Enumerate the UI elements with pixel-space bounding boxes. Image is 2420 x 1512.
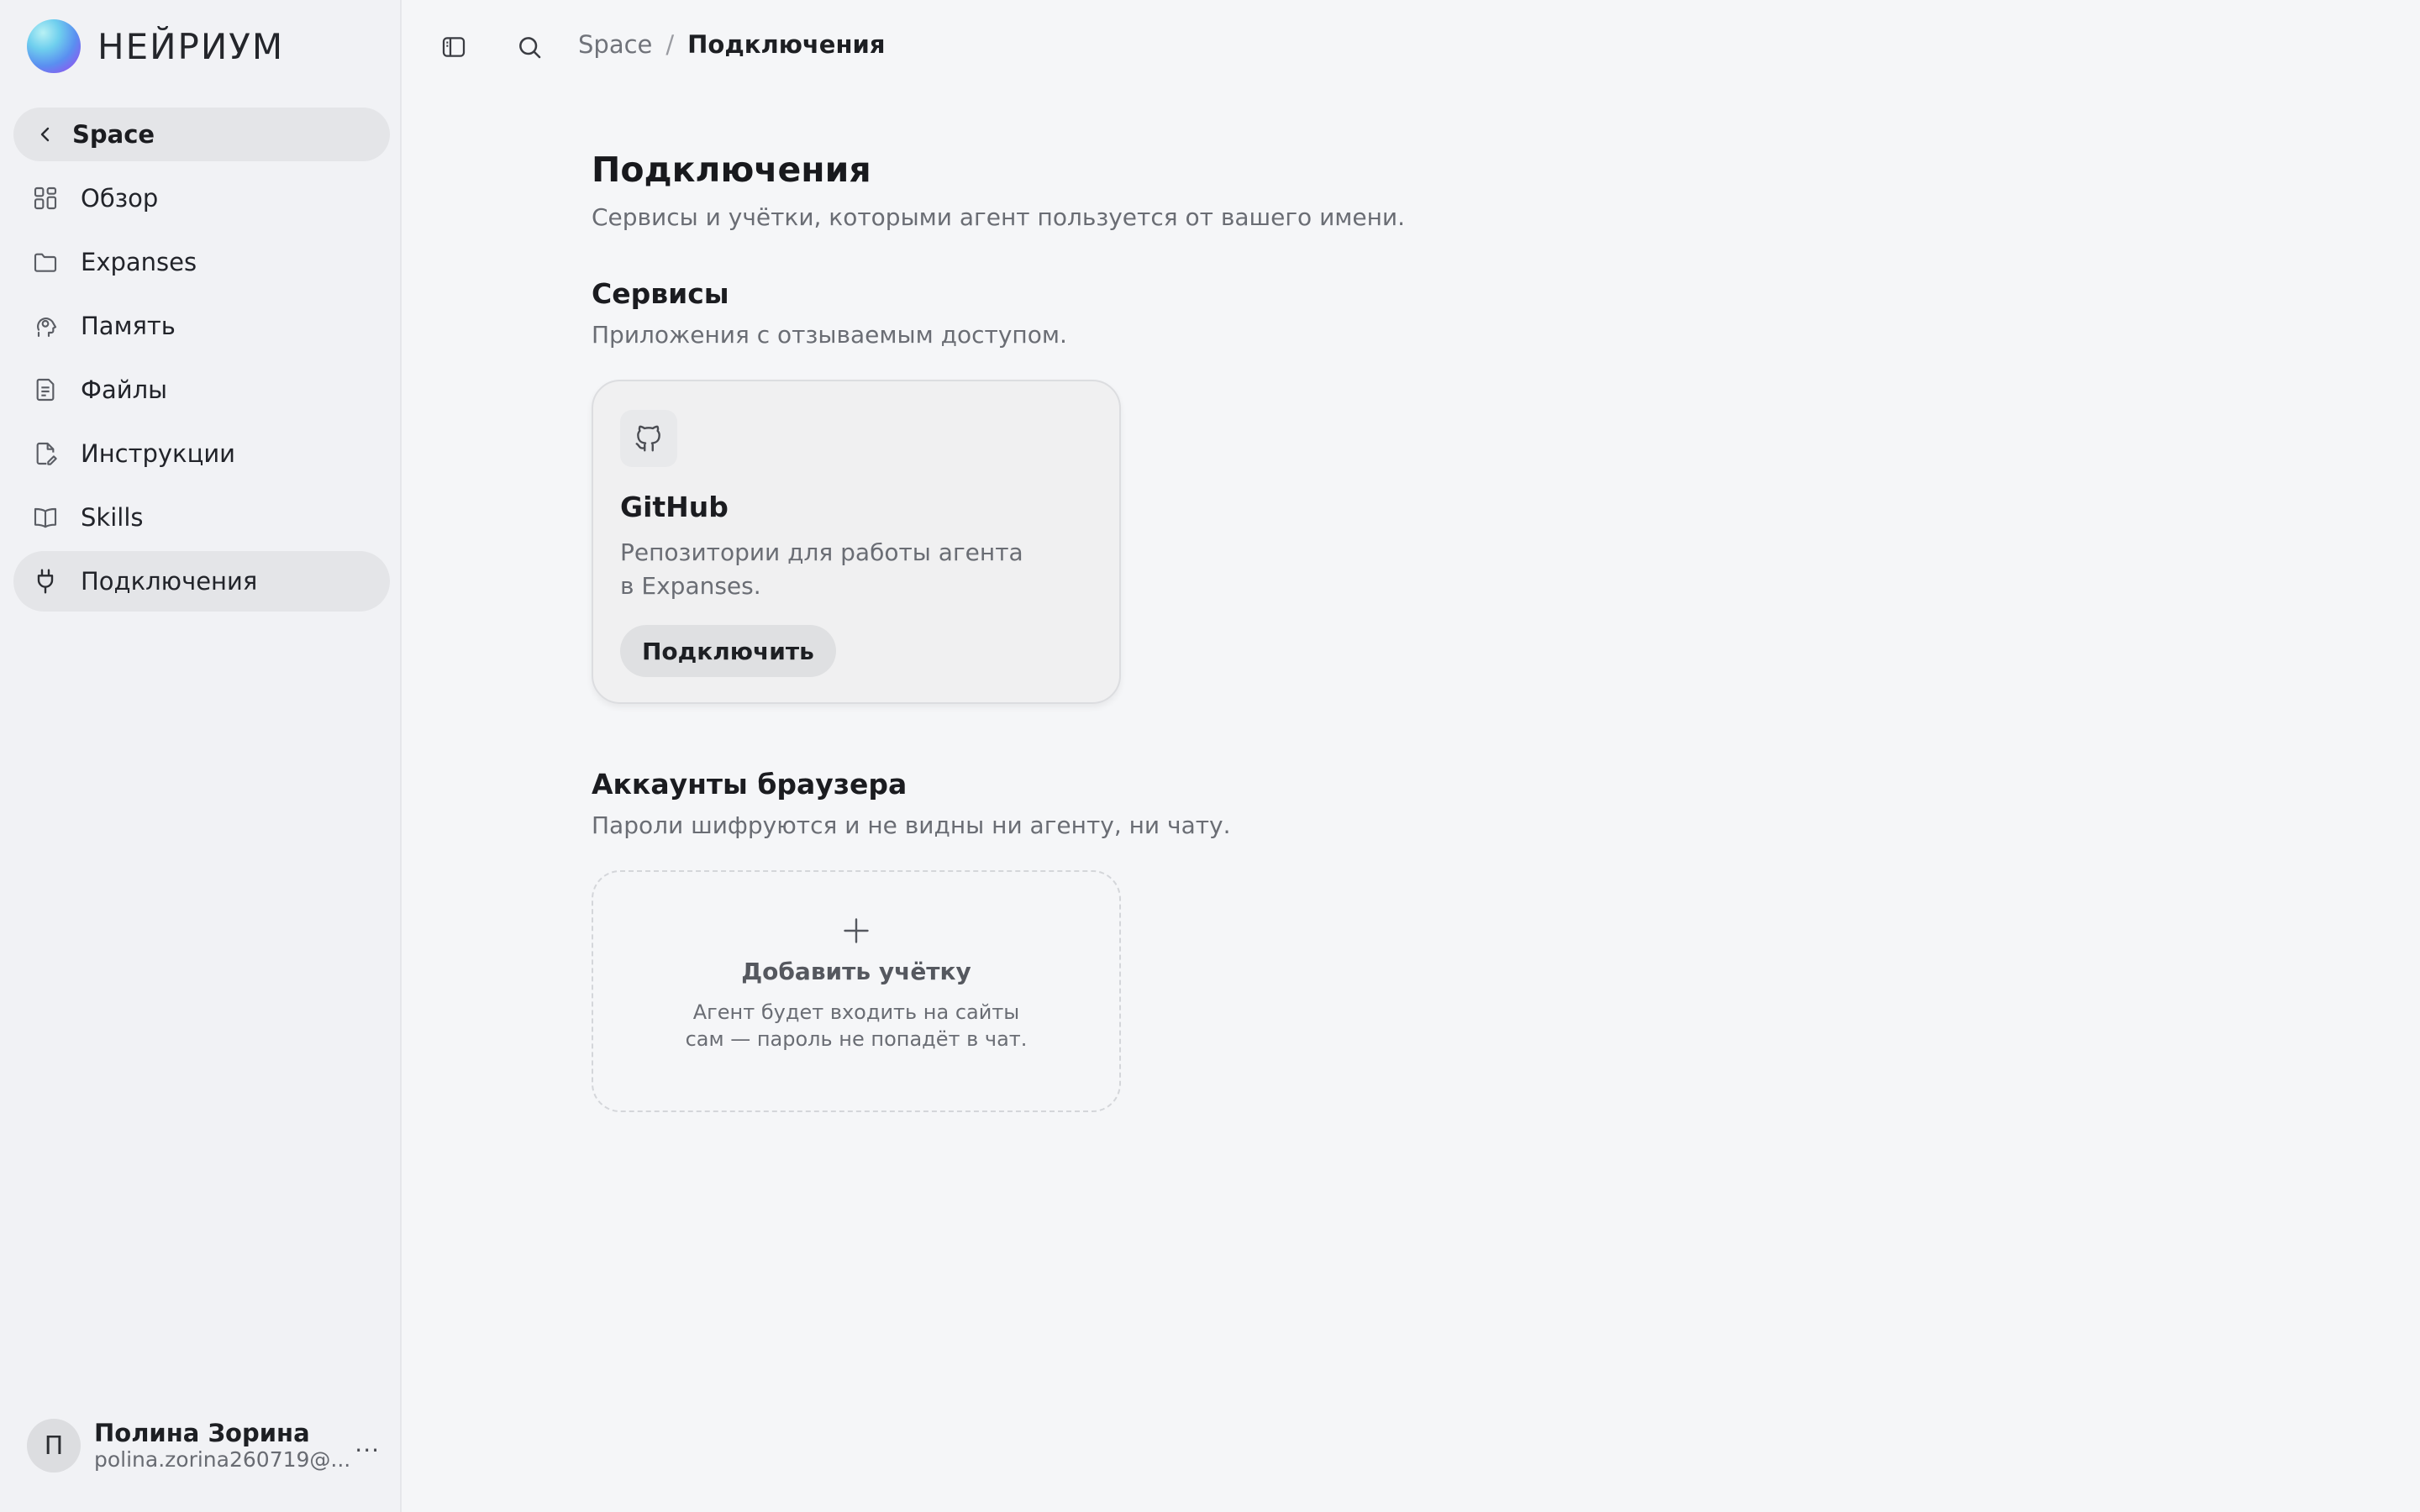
services-title: Сервисы bbox=[592, 277, 729, 310]
edit-file-icon bbox=[30, 438, 60, 469]
sidebar-toggle-icon[interactable] bbox=[439, 32, 469, 62]
sidebar-item-label: Expanses bbox=[81, 248, 197, 276]
sidebar-item-expanses[interactable]: Expanses bbox=[13, 232, 390, 292]
page-subtitle: Сервисы и учётки, которыми агент пользуе… bbox=[592, 203, 1406, 231]
grid-icon bbox=[30, 183, 60, 213]
chevron-left-icon bbox=[40, 127, 50, 142]
search-icon[interactable] bbox=[514, 32, 544, 62]
head-icon bbox=[30, 311, 60, 341]
connect-github-button[interactable]: Подключить bbox=[620, 625, 836, 677]
github-service-name: GitHub bbox=[620, 491, 729, 523]
services-subtitle: Приложения с отзываемым доступом. bbox=[592, 321, 1067, 349]
github-service-card: GitHub Репозитории для работы агента в E… bbox=[592, 380, 1121, 704]
avatar: П bbox=[27, 1419, 81, 1473]
browser-accounts-title: Аккаунты браузера bbox=[592, 768, 908, 801]
breadcrumb-current: Подключения bbox=[687, 30, 886, 59]
github-description-line: Репозитории для работы агента bbox=[620, 538, 1023, 566]
plug-icon bbox=[30, 566, 60, 596]
brand-logo bbox=[27, 19, 81, 73]
user-info: Полина Зорина polina.zorina260719@... bbox=[94, 1419, 350, 1473]
breadcrumb-separator: / bbox=[666, 30, 675, 59]
sidebar-item-files[interactable]: Файлы bbox=[13, 360, 390, 420]
github-description-line: в Expanses. bbox=[620, 572, 761, 600]
folder-icon bbox=[30, 247, 60, 277]
add-account-description-line: Агент будет входить на сайты bbox=[692, 1000, 1020, 1024]
sidebar-item-label: Память bbox=[81, 312, 176, 340]
add-account-description: Агент будет входить на сайты сам — парол… bbox=[680, 999, 1033, 1053]
add-account-title: Добавить учётку bbox=[741, 958, 971, 985]
breadcrumb-space[interactable]: Space bbox=[578, 30, 652, 59]
sidebar-item-skills[interactable]: Skills bbox=[13, 487, 390, 548]
breadcrumb: Space / Подключения bbox=[578, 30, 885, 59]
sidebar-item-label: Обзор bbox=[81, 184, 159, 213]
sidebar-item-label: Файлы bbox=[81, 375, 168, 404]
user-email: polina.zorina260719@... bbox=[94, 1447, 351, 1472]
plus-icon bbox=[844, 918, 869, 943]
sidebar-item-memory[interactable]: Память bbox=[13, 296, 390, 356]
sidebar-back-label: Space bbox=[72, 120, 155, 149]
browser-accounts-subtitle: Пароли шифруются и не видны ни агенту, н… bbox=[592, 811, 1231, 839]
book-icon bbox=[30, 502, 60, 533]
brand[interactable]: НЕЙРИУМ bbox=[27, 18, 284, 74]
sidebar-item-label: Подключения bbox=[81, 567, 258, 596]
user-profile[interactable]: П Полина Зорина polina.zorina260719@... … bbox=[27, 1418, 388, 1473]
app-window: НЕЙРИУМ Space Обзор Expanses Память Файл… bbox=[0, 0, 2420, 1512]
topbar: Space / Подключения bbox=[402, 0, 2420, 92]
sidebar: НЕЙРИУМ Space Обзор Expanses Память Файл… bbox=[0, 0, 402, 1512]
sidebar-item-connections[interactable]: Подключения bbox=[13, 551, 390, 612]
user-name: Полина Зорина bbox=[94, 1419, 310, 1447]
more-options-icon[interactable]: ··· bbox=[355, 1436, 380, 1464]
github-service-description: Репозитории для работы агента в Expanses… bbox=[620, 536, 1057, 603]
github-icon bbox=[620, 410, 677, 467]
page-title: Подключения bbox=[592, 150, 871, 190]
sidebar-back-space[interactable]: Space bbox=[13, 108, 390, 161]
sidebar-item-instructions[interactable]: Инструкции bbox=[13, 423, 390, 484]
brand-name: НЕЙРИУМ bbox=[97, 25, 285, 67]
file-icon bbox=[30, 375, 60, 405]
sidebar-item-label: Инструкции bbox=[81, 439, 236, 468]
sidebar-item-label: Skills bbox=[81, 503, 144, 532]
sidebar-item-overview[interactable]: Обзор bbox=[13, 168, 390, 228]
add-account-card[interactable]: Добавить учётку Агент будет входить на с… bbox=[592, 870, 1121, 1112]
add-account-description-line: сам — пароль не попадёт в чат. bbox=[685, 1027, 1028, 1051]
